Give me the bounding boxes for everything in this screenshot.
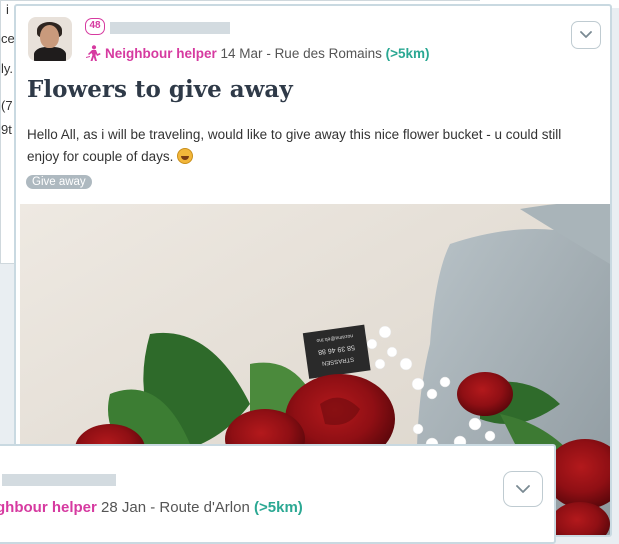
post-location: Rue des Romains: [274, 46, 382, 61]
avatar-head: [40, 25, 59, 48]
chevron-down-icon: [516, 484, 530, 493]
author-name-redacted[interactable]: [110, 22, 230, 34]
background-text: (7: [1, 98, 13, 113]
post-tag[interactable]: Give away: [26, 175, 92, 189]
chevron-down-icon: [580, 31, 592, 38]
avatar-body: [34, 47, 66, 61]
post-distance: (>5km): [254, 499, 303, 516]
avatar[interactable]: [28, 17, 72, 61]
background-text: ly.: [1, 61, 14, 76]
background-text: 9t: [1, 122, 12, 137]
post-options-button[interactable]: [503, 471, 543, 507]
post-date: 28 Jan: [101, 499, 147, 516]
post-title[interactable]: Flowers to give away: [27, 76, 293, 103]
karma-badge: 48: [85, 18, 105, 35]
post-location: Route d'Arlon: [159, 499, 250, 516]
meta-separator: -: [146, 499, 160, 516]
background-text: i: [6, 2, 9, 17]
author-name-redacted[interactable]: [2, 474, 116, 486]
post-distance: (>5km): [385, 46, 430, 61]
neighbour-helper-icon: [86, 45, 101, 61]
post-date: 14 Mar: [220, 46, 263, 61]
post-meta: Neighbour helper 14 Mar - Rue des Romain…: [85, 45, 430, 61]
post-description: Hello All, as i will be traveling, would…: [27, 124, 587, 168]
post-description-text: Hello All, as i will be traveling, would…: [27, 127, 562, 164]
author-role[interactable]: Neighbour helper: [105, 46, 217, 61]
post-options-button[interactable]: [571, 21, 601, 49]
post-card-2[interactable]: ghbour helper 28 Jan - Route d'Arlon (>5…: [0, 444, 556, 544]
grinning-emoji-icon: [177, 148, 194, 164]
meta-separator: -: [262, 46, 275, 61]
background-text: ce: [1, 31, 15, 46]
post-meta: ghbour helper 28 Jan - Route d'Arlon (>5…: [0, 499, 303, 516]
author-role[interactable]: ghbour helper: [0, 499, 97, 516]
